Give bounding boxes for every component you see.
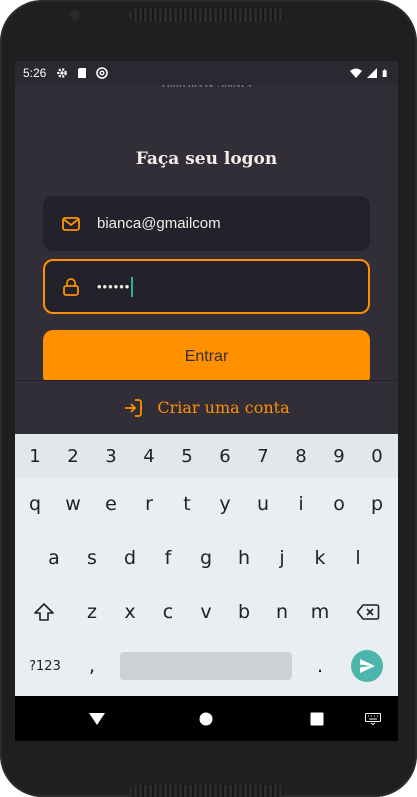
sd-card-icon	[78, 68, 87, 78]
space-key[interactable]	[120, 652, 292, 680]
key-y[interactable]: y	[206, 484, 244, 524]
key-p[interactable]: p	[358, 484, 396, 524]
backspace-icon	[356, 604, 380, 620]
phone-frame: Haircuts & Shaves 5:26	[0, 0, 417, 797]
key-d[interactable]: d	[111, 538, 149, 578]
key-q[interactable]: q	[16, 484, 54, 524]
key-1[interactable]: 1	[16, 434, 54, 478]
key-b[interactable]: b	[225, 592, 263, 632]
create-account-bar: Criar uma conta	[15, 380, 398, 434]
front-camera	[70, 10, 80, 20]
number-row: 1 2 3 4 5 6 7 8 9 0	[15, 434, 398, 478]
key-u[interactable]: u	[244, 484, 282, 524]
create-account-link[interactable]: Criar uma conta	[123, 398, 290, 418]
bottom-speaker	[129, 785, 285, 797]
key-e[interactable]: e	[92, 484, 130, 524]
soft-keyboard: 1 2 3 4 5 6 7 8 9 0 q w e r t y u i o p …	[15, 434, 398, 696]
enter-button[interactable]: Entrar	[43, 330, 370, 386]
back-button[interactable]	[77, 696, 117, 741]
letter-row-3: z x c v b n m	[15, 592, 398, 632]
create-account-label: Criar uma conta	[157, 398, 290, 417]
key-9[interactable]: 9	[320, 434, 358, 478]
key-x[interactable]: x	[111, 592, 149, 632]
key-3[interactable]: 3	[92, 434, 130, 478]
mail-icon	[62, 216, 80, 231]
key-j[interactable]: j	[263, 538, 301, 578]
navigation-bar	[15, 696, 398, 741]
key-l[interactable]: l	[339, 538, 377, 578]
keyboard-switch-button[interactable]	[361, 696, 385, 741]
email-field[interactable]: bianca@gmailcom	[43, 196, 370, 251]
key-t[interactable]: t	[168, 484, 206, 524]
send-key[interactable]	[351, 650, 383, 682]
key-f[interactable]: f	[149, 538, 187, 578]
key-r[interactable]: r	[130, 484, 168, 524]
key-0[interactable]: 0	[358, 434, 396, 478]
recents-square-icon	[310, 712, 324, 725]
letter-row-2: a s d f g h j k l	[15, 538, 398, 578]
keyboard-icon	[365, 712, 381, 725]
shift-key[interactable]	[25, 592, 63, 632]
top-speaker	[129, 8, 285, 22]
key-8[interactable]: 8	[282, 434, 320, 478]
home-button[interactable]	[186, 696, 226, 741]
key-5[interactable]: 5	[168, 434, 206, 478]
symbols-key[interactable]: ?123	[25, 646, 65, 686]
letter-row-1: q w e r t y u i o p	[15, 484, 398, 524]
app-screen: Haircuts & Shaves 5:26	[15, 61, 398, 741]
backspace-key[interactable]	[349, 592, 387, 632]
email-value: bianca@gmailcom	[97, 215, 221, 232]
wifi-icon	[350, 68, 362, 78]
key-c[interactable]: c	[149, 592, 187, 632]
key-2[interactable]: 2	[54, 434, 92, 478]
status-time: 5:26	[23, 66, 47, 80]
home-circle-icon	[199, 712, 213, 725]
key-4[interactable]: 4	[130, 434, 168, 478]
key-a[interactable]: a	[35, 538, 73, 578]
key-g[interactable]: g	[187, 538, 225, 578]
lock-icon	[63, 277, 79, 296]
key-7[interactable]: 7	[244, 434, 282, 478]
key-z[interactable]: z	[73, 592, 111, 632]
comma-key[interactable]: ,	[73, 646, 111, 686]
period-key[interactable]: .	[301, 646, 339, 686]
key-h[interactable]: h	[225, 538, 263, 578]
key-w[interactable]: w	[54, 484, 92, 524]
page-title: Faça seu logon	[135, 149, 278, 169]
gear-icon	[57, 68, 68, 78]
key-i[interactable]: i	[282, 484, 320, 524]
log-in-icon	[125, 398, 143, 417]
key-m[interactable]: m	[301, 592, 339, 632]
key-s[interactable]: s	[73, 538, 111, 578]
key-6[interactable]: 6	[206, 434, 244, 478]
recents-button[interactable]	[297, 696, 337, 741]
key-o[interactable]: o	[320, 484, 358, 524]
password-field[interactable]: ••••••	[43, 259, 370, 314]
at-sign-icon	[96, 67, 109, 79]
text-cursor	[131, 276, 134, 297]
status-bar: 5:26	[15, 61, 398, 85]
send-icon	[360, 659, 375, 673]
password-value: ••••••	[97, 279, 131, 294]
key-v[interactable]: v	[187, 592, 225, 632]
signal-icon	[367, 68, 377, 78]
battery-icon	[382, 69, 387, 77]
shift-icon	[34, 603, 54, 621]
key-n[interactable]: n	[263, 592, 301, 632]
key-k[interactable]: k	[301, 538, 339, 578]
back-triangle-icon	[89, 712, 105, 725]
